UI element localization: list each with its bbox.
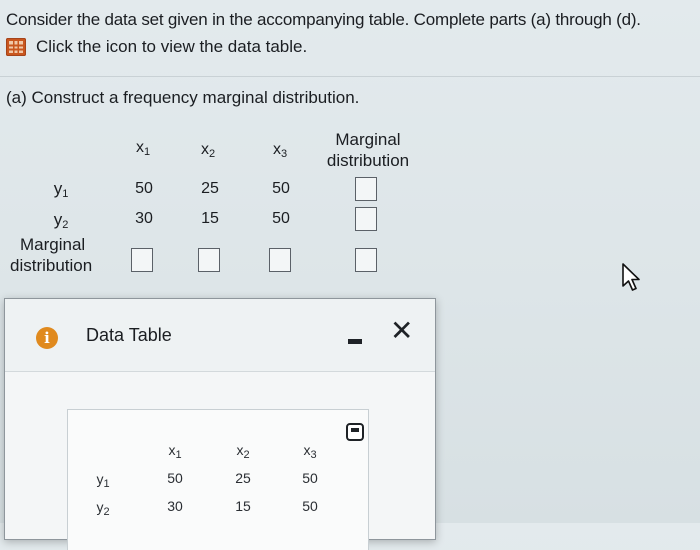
row-label-marginal: Marginal distribution (10, 235, 93, 275)
data-table-link-text[interactable]: Click the icon to view the data table. (36, 37, 307, 57)
part-a-prompt: (a) Construct a frequency marginal distr… (6, 88, 360, 107)
col-header-x2: x2 (200, 141, 216, 160)
dialog-col-header-x1: x1 (168, 442, 182, 461)
cell-y1-x1: 50 (135, 180, 153, 197)
answer-input-marginal-total[interactable] (355, 248, 377, 272)
dialog-col-header-x2: x2 (236, 442, 250, 461)
dialog-cell-y2-x1: 30 (167, 498, 183, 514)
col-header-marginal: Marginal distribution (326, 130, 410, 170)
grid-icon[interactable] (6, 38, 26, 56)
cell-y1-x2: 25 (201, 180, 219, 197)
dialog-row-label-y1: y1 (96, 471, 110, 490)
cell-y2-x3: 50 (272, 210, 290, 227)
cell-y1-x3: 50 (272, 180, 290, 197)
info-icon: i (36, 327, 58, 349)
cell-y2-x2: 15 (201, 210, 219, 227)
mouse-cursor-icon (622, 263, 640, 291)
col-header-x3: x3 (272, 141, 288, 160)
cell-y2-x1: 30 (135, 210, 153, 227)
dialog-col-header-x3: x3 (303, 442, 317, 461)
row-label-y2: y2 (53, 210, 69, 231)
divider (0, 76, 700, 77)
answer-input-y1-marginal[interactable] (355, 177, 377, 201)
dialog-cell-y1-x3: 50 (302, 470, 318, 486)
dialog-cell-y2-x2: 15 (235, 498, 251, 514)
dialog-header: i Data Table ✕ (5, 299, 435, 372)
question-intro: Consider the data set given in the accom… (6, 10, 641, 29)
minimize-icon[interactable] (348, 339, 362, 344)
answer-input-y2-marginal[interactable] (355, 207, 377, 231)
copy-icon[interactable] (346, 423, 364, 441)
dialog-cell-y2-x3: 50 (302, 498, 318, 514)
dialog-cell-y1-x2: 25 (235, 470, 251, 486)
data-table-link-row[interactable]: Click the icon to view the data table. (6, 37, 307, 57)
answer-input-marginal-x2[interactable] (198, 248, 220, 272)
answer-input-marginal-x1[interactable] (131, 248, 153, 272)
dialog-row-label-y2: y2 (96, 499, 110, 518)
data-table-dialog: i Data Table ✕ x1 x2 x3 y1 50 25 50 y2 3… (4, 298, 436, 550)
dialog-cell-y1-x1: 50 (167, 470, 183, 486)
dialog-title: Data Table (86, 325, 172, 345)
row-label-y1: y1 (53, 179, 69, 200)
col-header-x1: x1 (135, 139, 151, 158)
answer-input-marginal-x3[interactable] (269, 248, 291, 272)
close-icon[interactable]: ✕ (390, 317, 413, 345)
